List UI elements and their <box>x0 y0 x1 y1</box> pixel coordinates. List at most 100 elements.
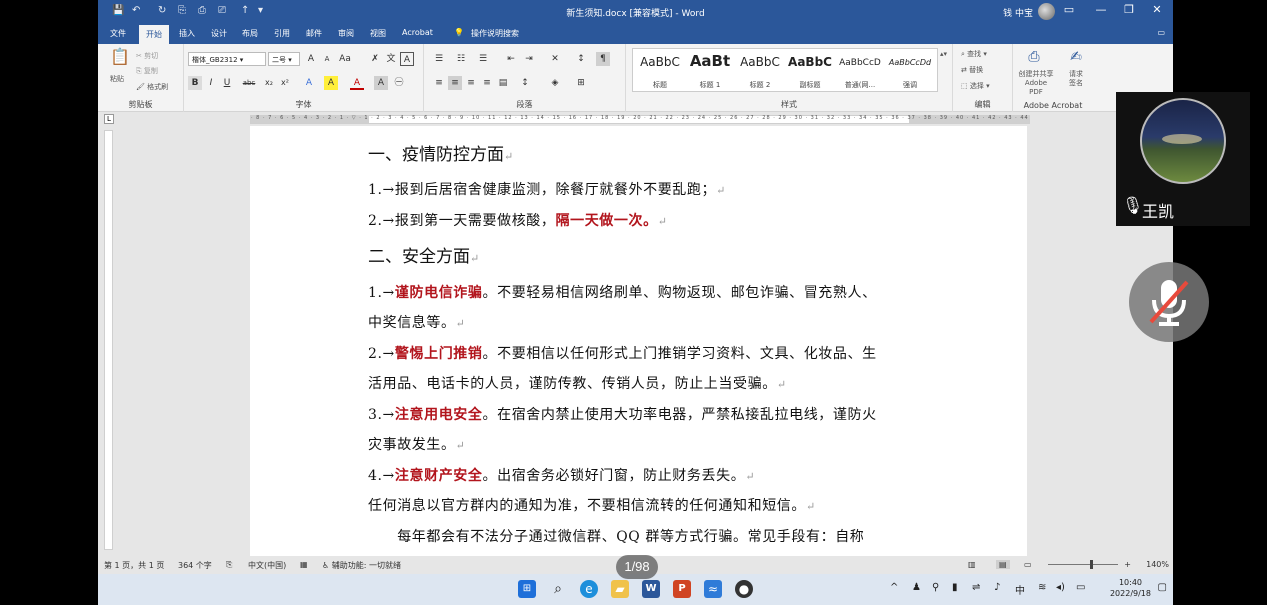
tab-acrobat[interactable]: Acrobat <box>402 28 433 37</box>
tray-app-icon[interactable]: ♟ <box>912 582 921 593</box>
tab-design[interactable]: 设计 <box>211 28 227 39</box>
read-mode-icon[interactable]: ▥ <box>968 560 976 569</box>
font-family-select[interactable]: 楷体_GB2312 ▾ <box>188 52 266 66</box>
powerpoint-app-icon[interactable]: P <box>673 580 691 598</box>
enclose-characters-icon[interactable]: ㊀ <box>392 76 406 90</box>
meeting-app-icon[interactable]: ≈ <box>704 580 722 598</box>
tab-file[interactable]: 文件 <box>110 28 126 39</box>
style-emphasis-sample[interactable]: AaBbCcDd <box>885 58 935 67</box>
chinese-layout-icon[interactable]: ✕ <box>548 52 562 66</box>
web-layout-icon[interactable]: ▭ <box>1024 560 1032 569</box>
align-left-icon[interactable]: ≡ <box>432 76 446 90</box>
align-right-icon[interactable]: ≡ <box>464 76 478 90</box>
tab-home[interactable]: 开始 <box>139 25 169 44</box>
create-share-pdf-button[interactable]: 创建并共享 Adobe PDF <box>1018 70 1054 97</box>
minimize-button[interactable]: — <box>1091 3 1111 16</box>
clock[interactable]: 10:40 2022/9/18 <box>1110 577 1151 599</box>
tray-chart-icon[interactable]: ▮ <box>952 582 958 593</box>
numbering-icon[interactable]: ☷ <box>454 52 468 66</box>
tab-view[interactable]: 视图 <box>370 28 386 39</box>
ime-indicator[interactable]: 中 <box>1015 582 1025 597</box>
tab-review[interactable]: 审阅 <box>338 28 354 39</box>
paste-icon[interactable]: 📋 <box>110 49 130 70</box>
document-page[interactable]: 一、疫情防控方面↵ 1.→报到后居宿舍健康监测，除餐厅就餐外不要乱跑；↵ 2.→… <box>250 126 1027 556</box>
print-layout-icon[interactable]: ▤ <box>996 560 1010 569</box>
volume-icon[interactable]: ◂) <box>1056 582 1065 593</box>
justify-icon[interactable]: ≡ <box>480 76 494 90</box>
italic-button[interactable]: I <box>204 76 218 90</box>
create-pdf-icon[interactable]: ⎙ <box>1027 50 1041 64</box>
zoom-slider-thumb[interactable] <box>1090 560 1094 569</box>
chevron-up-icon[interactable]: ^ <box>890 582 898 593</box>
change-case-icon[interactable]: Aa <box>338 52 352 66</box>
zoom-level[interactable]: 140% <box>1146 560 1169 569</box>
styles-scroll-icon[interactable]: ▴▾ <box>940 50 947 58</box>
word-app-icon[interactable]: W <box>642 580 660 598</box>
font-size-select[interactable]: 二号 ▾ <box>268 52 300 66</box>
multilevel-list-icon[interactable]: ☰ <box>476 52 490 66</box>
ruler-bar[interactable]: · 8 · 7 · 6 · 5 · 4 · 3 · 2 · 1 · ▽ · 1 … <box>250 115 1030 124</box>
select-button[interactable]: ⬚ 选择 ▾ <box>961 81 990 91</box>
tray-key-icon[interactable]: ⚲ <box>932 582 939 593</box>
style-title-sample[interactable]: AaBbC <box>635 55 685 69</box>
close-button[interactable]: ✕ <box>1147 3 1167 16</box>
wifi-icon[interactable]: ≋ <box>1038 582 1046 593</box>
style-heading2-sample[interactable]: AaBbC <box>735 55 785 69</box>
shrink-font-icon[interactable]: A <box>320 52 334 66</box>
zoom-in-button[interactable]: + <box>1124 560 1131 569</box>
tab-insert[interactable]: 插入 <box>179 28 195 39</box>
vertical-ruler[interactable] <box>104 130 113 550</box>
show-marks-icon[interactable]: ¶ <box>596 52 610 66</box>
notification-icon[interactable]: ▢ <box>1158 582 1167 593</box>
align-center-icon[interactable]: ≡ <box>448 76 462 90</box>
screen-recorder-icon[interactable]: ● <box>735 580 753 598</box>
format-painter-button[interactable]: 🖌 格式刷 <box>136 82 168 92</box>
file-explorer-icon[interactable]: ▰ <box>611 580 629 598</box>
style-normal-web-sample[interactable]: AaBbCcD <box>835 58 885 68</box>
avatar[interactable] <box>1038 3 1055 20</box>
zoom-slider[interactable] <box>1048 560 1118 569</box>
shading-icon[interactable]: ◈ <box>548 76 562 90</box>
tab-mailings[interactable]: 邮件 <box>306 28 322 39</box>
tab-references[interactable]: 引用 <box>274 28 290 39</box>
comments-icon[interactable]: ▭ <box>1157 28 1165 37</box>
bold-button[interactable]: B <box>188 76 202 90</box>
borders-icon[interactable]: ⊞ <box>574 76 588 90</box>
request-signature-icon[interactable]: ✍ <box>1069 50 1083 64</box>
highlight-button[interactable]: A <box>324 76 338 90</box>
superscript-button[interactable]: x² <box>278 76 292 90</box>
replace-button[interactable]: ⇄ 替换 <box>961 65 983 75</box>
style-subtitle-sample[interactable]: AaBbC <box>785 55 835 69</box>
decrease-indent-icon[interactable]: ⇤ <box>504 52 518 66</box>
subscript-button[interactable]: x₂ <box>262 76 276 90</box>
font-color-button[interactable]: A <box>350 76 364 90</box>
participant-video-tile[interactable]: 🎙 王凯 <box>1116 92 1250 226</box>
word-count-status[interactable]: 364 个字 <box>178 560 212 571</box>
macro-icon[interactable]: ▦ <box>300 560 308 569</box>
language-status[interactable]: 中文(中国) <box>248 560 286 571</box>
strikethrough-button[interactable]: abc <box>240 76 258 90</box>
text-effects-button[interactable]: A <box>302 76 316 90</box>
bullets-icon[interactable]: ☰ <box>432 52 446 66</box>
copy-button[interactable]: ⎘ 复制 <box>136 66 158 76</box>
line-spacing-icon[interactable]: ↕ <box>518 76 532 90</box>
horizontal-ruler[interactable]: L · 8 · 7 · 6 · 5 · 4 · 3 · 2 · 1 · ▽ · … <box>98 113 1173 126</box>
search-icon[interactable]: ⌕ <box>549 580 567 598</box>
increase-indent-icon[interactable]: ⇥ <box>522 52 536 66</box>
tray-usb-icon[interactable]: ⇌ <box>972 582 980 593</box>
distribute-icon[interactable]: ▤ <box>496 76 510 90</box>
battery-icon[interactable]: ▭ <box>1076 582 1085 593</box>
proofing-icon[interactable]: ⎘ <box>226 560 232 570</box>
underline-button[interactable]: U <box>220 76 234 90</box>
character-shading-button[interactable]: A <box>374 76 388 90</box>
tab-layout[interactable]: 布局 <box>242 28 258 39</box>
browser-icon[interactable]: e <box>580 580 598 598</box>
cut-button[interactable]: ✂ 剪切 <box>136 51 158 61</box>
start-icon[interactable]: ⊞ <box>518 580 536 598</box>
page-count-status[interactable]: 第 1 页，共 1 页 <box>104 560 164 571</box>
sort-icon[interactable]: ↕ <box>574 52 588 66</box>
microphone-icon[interactable]: ♪ <box>994 582 1000 593</box>
style-heading1-sample[interactable]: AaBt <box>685 52 735 70</box>
user-name[interactable]: 钱 中宝 <box>1003 6 1033 19</box>
mute-button[interactable] <box>1129 262 1209 342</box>
